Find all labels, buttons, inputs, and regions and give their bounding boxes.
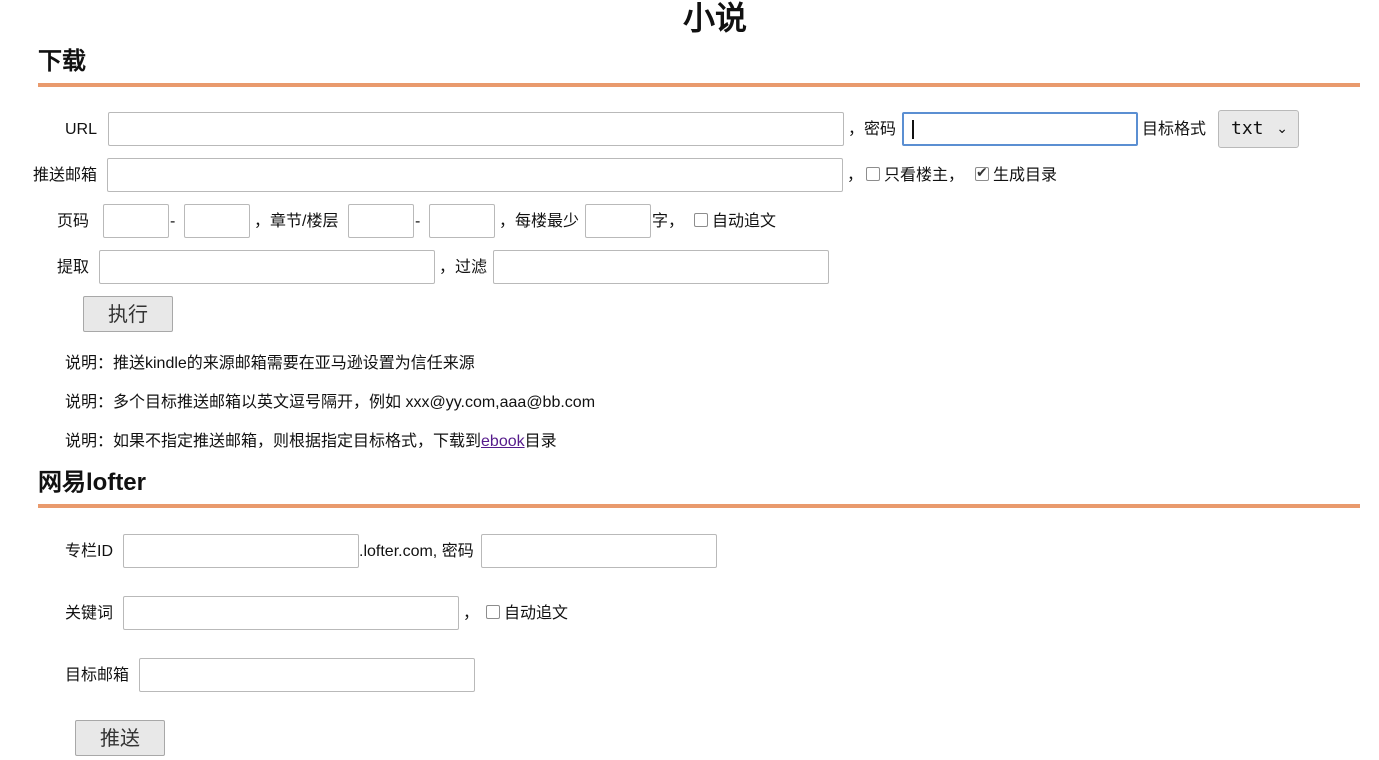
note-kindle-source: 说明：推送kindle的来源邮箱需要在亚马逊设置为信任来源 [65,355,475,372]
chapter-to-input[interactable] [429,204,495,238]
lofter-password-input[interactable] [481,534,717,568]
auto-follow-checkbox[interactable] [694,213,708,227]
only-op-label: 只看楼主， [884,167,965,184]
note-download-dir-text: 说明：如果不指定推送邮箱，则根据指定目标格式，下载到 [65,433,482,450]
min-words-input[interactable] [585,204,651,238]
lofter-domain-label: .lofter.com, 密码 [359,543,474,560]
lofter-section-title: 网易lofter [38,469,146,496]
page-from-input[interactable] [103,204,169,238]
execute-button[interactable]: 执行 [83,296,173,332]
email-label: 推送邮箱 [33,167,98,184]
password-label: ，密码 [848,121,897,138]
extract-input[interactable] [99,250,435,284]
column-id-label: 专栏ID [65,543,114,560]
lofter-section-divider [38,504,1360,508]
note-download-dir: 说明：如果不指定推送邮箱，则根据指定目标格式，下载到ebook目录 [65,432,557,452]
page-to-input[interactable] [184,204,250,238]
note-download-dir-suffix: 目录 [524,433,557,450]
target-email-label: 目标邮箱 [65,667,130,684]
keyword-input[interactable] [123,596,459,630]
only-op-checkbox[interactable] [866,167,880,181]
email-input[interactable] [107,158,843,192]
page-dash: - [170,213,176,230]
chapter-label: ，章节/楼层 [254,213,339,230]
chapter-from-input[interactable] [348,204,414,238]
lofter-comma: ， [463,605,480,622]
auto-follow-label: 自动追文 [712,213,777,230]
column-id-input[interactable] [123,534,359,568]
lofter-auto-follow-label: 自动追文 [504,605,569,622]
chapter-dash: - [415,213,421,230]
ebook-link[interactable]: ebook [481,433,525,450]
download-section-title: 下载 [38,48,86,75]
gen-toc-label: 生成目录 [993,167,1058,184]
format-select[interactable]: txt ⌄ [1218,110,1299,148]
download-section-divider [38,83,1360,87]
lofter-auto-follow-checkbox[interactable] [486,605,500,619]
keyword-label: 关键词 [65,605,114,622]
target-email-input[interactable] [139,658,475,692]
gen-toc-checkbox[interactable] [975,164,989,181]
page-title: 小说 [682,0,747,36]
url-input[interactable] [108,112,844,146]
min-words-label: ，每楼最少 [499,213,580,230]
comma-text: ， [847,167,864,184]
chevron-down-icon: ⌄ [1276,121,1288,137]
filter-label: ，过滤 [439,259,488,276]
text-caret [912,120,914,139]
note-multiple-emails: 说明：多个目标推送邮箱以英文逗号隔开，例如 xxx@yy.com,aaa@bb.… [65,394,596,411]
format-label: 目标格式 [1142,121,1207,138]
page-label: 页码 [57,213,90,230]
url-label: URL [65,121,98,138]
format-selected-value: txt [1231,118,1264,139]
filter-input[interactable] [493,250,829,284]
push-button[interactable]: 推送 [75,720,165,756]
extract-label: 提取 [57,259,90,276]
char-unit: 字， [652,213,685,230]
password-input[interactable] [902,112,1138,146]
